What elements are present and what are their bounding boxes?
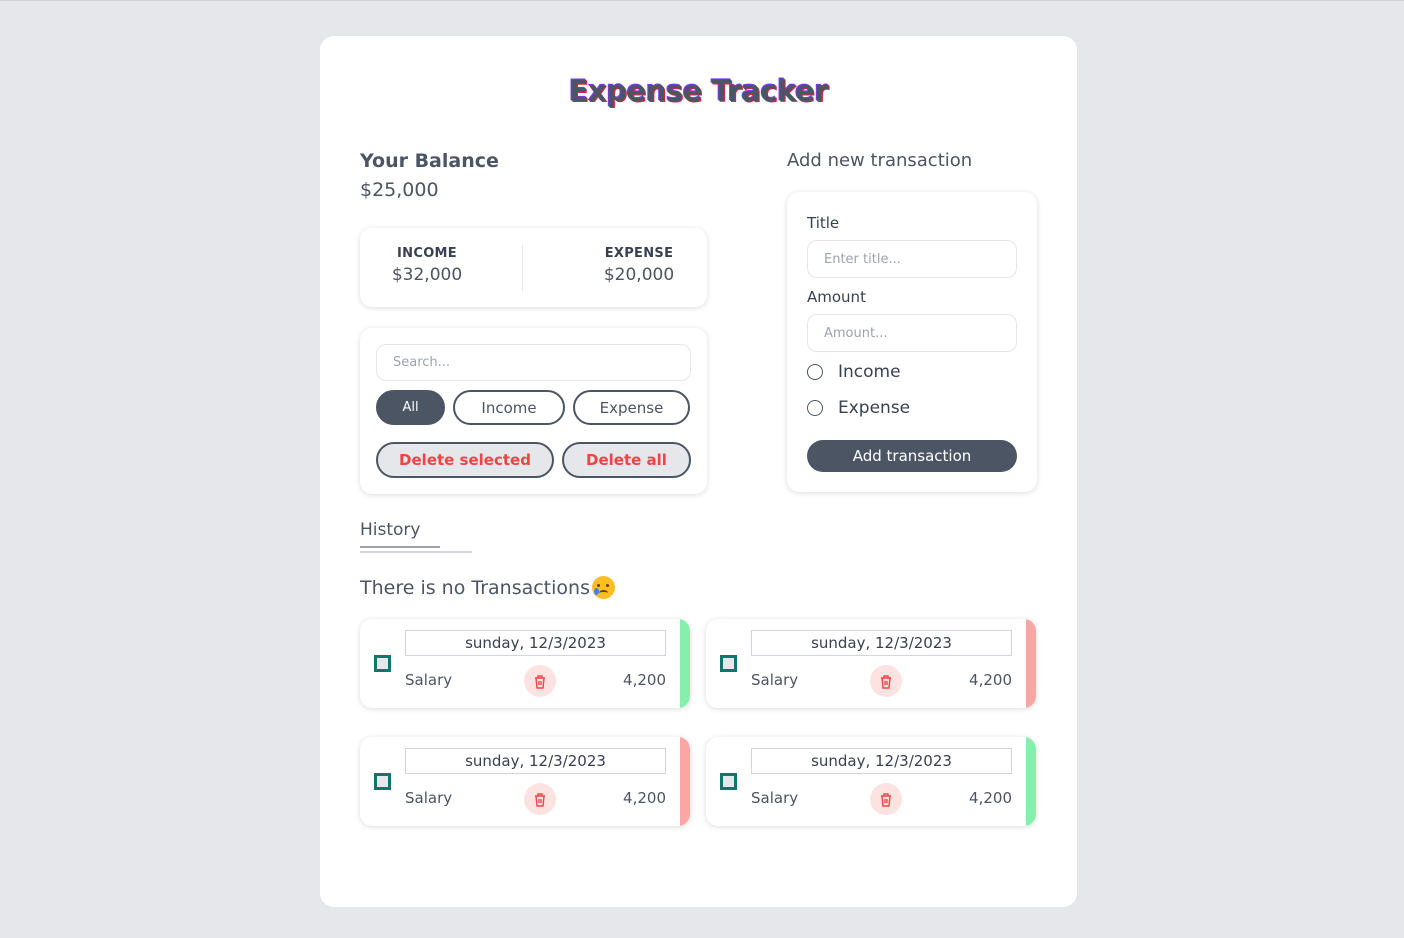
transaction-card[interactable]: sunday, 12/3/2023 Salary 4,200 <box>706 619 1036 708</box>
filter-all-button[interactable]: All <box>376 390 445 425</box>
transaction-type-indicator <box>1026 619 1036 708</box>
transaction-card[interactable]: sunday, 12/3/2023 Salary 4,200 <box>360 619 690 708</box>
title-label: Title <box>807 214 840 232</box>
expense-value: $20,000 <box>603 265 675 285</box>
transaction-card[interactable]: sunday, 12/3/2023 Salary 4,200 <box>360 737 690 826</box>
transaction-amount: 4,200 <box>623 671 666 689</box>
expense-tracker-card: Expense Tracker Your Balance $25,000 INC… <box>320 36 1077 907</box>
page-title: Expense Tracker <box>568 74 829 108</box>
trash-icon <box>881 674 891 689</box>
transaction-amount: 4,200 <box>969 671 1012 689</box>
filter-panel: All Income Expense Delete selected Delet… <box>360 328 707 494</box>
balance-value: $25,000 <box>360 179 439 201</box>
delete-transaction-button[interactable] <box>870 665 902 697</box>
income-label: INCOME <box>397 246 457 261</box>
transaction-type-indicator <box>1026 737 1036 826</box>
add-transaction-heading: Add new transaction <box>787 150 973 171</box>
balance-label: Your Balance <box>360 150 499 172</box>
transaction-checkbox[interactable] <box>374 773 391 790</box>
income-expense-summary: INCOME $32,000 EXPENSE $20,000 <box>360 228 707 307</box>
expense-radio-label: Expense <box>838 398 911 418</box>
transaction-title: Salary <box>751 789 799 807</box>
amount-input[interactable] <box>807 314 1017 352</box>
filter-income-button[interactable]: Income <box>453 390 565 425</box>
add-transaction-button[interactable]: Add transaction <box>807 440 1017 472</box>
transaction-card[interactable]: sunday, 12/3/2023 Salary 4,200 <box>706 737 1036 826</box>
transaction-title: Salary <box>405 671 453 689</box>
transaction-date: sunday, 12/3/2023 <box>405 630 666 656</box>
transaction-checkbox[interactable] <box>720 773 737 790</box>
amount-label: Amount <box>807 288 866 306</box>
delete-all-button[interactable]: Delete all <box>562 442 691 478</box>
income-value: $32,000 <box>391 265 463 285</box>
add-transaction-form: Title Amount Income Expense Add transact… <box>787 192 1037 492</box>
expense-label: EXPENSE <box>604 246 674 261</box>
delete-selected-button[interactable]: Delete selected <box>376 442 554 478</box>
trash-icon <box>535 674 545 689</box>
transaction-title: Salary <box>405 789 453 807</box>
delete-transaction-button[interactable] <box>524 783 556 815</box>
sad-face-icon <box>591 576 615 599</box>
search-input[interactable] <box>376 344 691 381</box>
summary-divider <box>522 245 523 291</box>
title-input[interactable] <box>807 240 1017 278</box>
filter-expense-button[interactable]: Expense <box>573 390 690 425</box>
transaction-type-indicator <box>680 619 690 708</box>
income-summary: INCOME $32,000 <box>357 246 497 285</box>
transaction-amount: 4,200 <box>969 789 1012 807</box>
empty-transactions-message: There is no Transactions <box>360 576 615 599</box>
transaction-date: sunday, 12/3/2023 <box>751 630 1012 656</box>
transaction-date: sunday, 12/3/2023 <box>751 748 1012 774</box>
transaction-checkbox[interactable] <box>720 655 737 672</box>
expense-radio[interactable] <box>807 400 823 416</box>
trash-icon <box>881 792 891 807</box>
expense-summary: EXPENSE $20,000 <box>569 246 709 285</box>
delete-transaction-button[interactable] <box>524 665 556 697</box>
history-underline <box>360 546 440 548</box>
income-radio[interactable] <box>807 364 823 380</box>
expense-radio-option[interactable]: Expense <box>807 398 910 418</box>
transaction-title: Salary <box>751 671 799 689</box>
income-radio-option[interactable]: Income <box>807 362 901 382</box>
history-underline-secondary <box>360 551 472 553</box>
transaction-date: sunday, 12/3/2023 <box>405 748 666 774</box>
delete-transaction-button[interactable] <box>870 783 902 815</box>
history-label: History <box>360 520 421 540</box>
income-radio-label: Income <box>838 362 901 382</box>
transaction-checkbox[interactable] <box>374 655 391 672</box>
empty-message-text: There is no Transactions <box>360 576 590 599</box>
trash-icon <box>535 792 545 807</box>
transaction-type-indicator <box>680 737 690 826</box>
transaction-amount: 4,200 <box>623 789 666 807</box>
